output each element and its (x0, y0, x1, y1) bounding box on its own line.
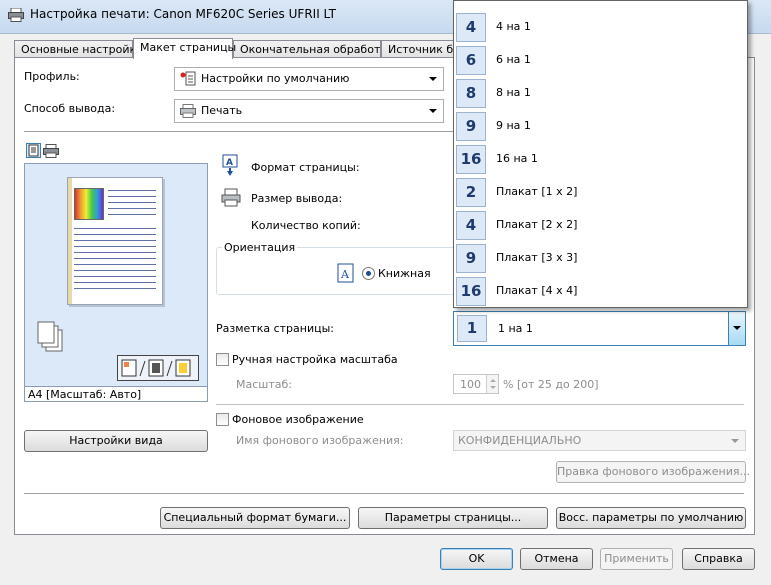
scale-spinner[interactable]: 100 (453, 374, 499, 394)
output-size-label: Размер вывода: (251, 192, 343, 205)
output-method-select[interactable]: Печать (174, 99, 444, 123)
watermark-name-label: Имя фонового изображения: (236, 434, 404, 447)
layout-label: Разметка страницы: (216, 322, 334, 335)
layout-6-icon: 6 (456, 46, 486, 75)
poster-1x2-icon: 2 (456, 178, 486, 207)
layout-select[interactable]: 1 1 на 1 (453, 311, 746, 346)
page-preview (67, 177, 163, 305)
watermark-label: Фоновое изображение (232, 413, 364, 426)
list-item-label: 16 на 1 (496, 152, 538, 165)
tab-basic-settings[interactable]: Основные настройки (14, 40, 143, 58)
profile-value: Настройки по умолчанию (201, 72, 350, 85)
ok-button[interactable]: OK (440, 548, 513, 570)
list-item[interactable]: 16 16 на 1 (454, 143, 747, 176)
tab-paper-source[interactable]: Источник бум (381, 40, 468, 58)
output-size-icon (221, 188, 241, 211)
list-item[interactable]: 8 8 на 1 (454, 77, 747, 110)
portrait-icon: A (337, 263, 355, 286)
help-button[interactable]: Справка (682, 548, 755, 570)
copies-label: Количество копий: (251, 219, 361, 232)
chevron-down-icon (429, 77, 437, 81)
watermark-select[interactable]: КОНФИДЕНЦИАЛЬНО (453, 430, 746, 451)
layout-dropdown-list: 4 4 на 1 6 6 на 1 8 8 на 1 9 9 на 1 16 1… (453, 0, 748, 308)
page-format-label: Формат страницы: (251, 161, 360, 174)
list-item[interactable]: 16 Плакат [4 x 4] (454, 275, 747, 307)
poster-3x3-icon: 9 (456, 244, 486, 273)
layout-16-icon: 16 (456, 145, 486, 174)
list-item-label: 8 на 1 (496, 86, 531, 99)
chevron-down-icon (731, 439, 739, 443)
layout-4-icon: 4 (456, 13, 486, 42)
manual-scale-label: Ручная настройка масштаба (232, 353, 398, 366)
scale-value: 100 (460, 378, 481, 391)
profile-label: Профиль: (24, 70, 80, 83)
layout-9-icon: 9 (456, 112, 486, 141)
svg-text:A: A (340, 268, 350, 281)
printer-view-icon[interactable] (43, 144, 59, 161)
tab-finishing[interactable]: Окончательная обработка (233, 40, 394, 58)
image-thumbnail (74, 188, 104, 220)
list-item[interactable]: 2 Плакат [1 x 2] (454, 176, 747, 209)
list-item[interactable]: 6 6 на 1 (454, 44, 747, 77)
list-item-label: 9 на 1 (496, 119, 531, 132)
preview-caption: A4 [Масштаб: Авто] (24, 386, 208, 402)
poster-4x4-icon: 16 (456, 277, 486, 306)
scale-range: % [от 25 до 200] (503, 378, 599, 391)
layout-select-value: 1 на 1 (498, 322, 533, 335)
page-options-button[interactable]: Параметры страницы... (358, 507, 548, 529)
orientation-group-label: Ориентация (222, 241, 298, 254)
layout-1-icon: 1 (457, 315, 487, 342)
custom-paper-size-button[interactable]: Специальный формат бумаги... (160, 507, 350, 529)
portrait-radio[interactable] (362, 267, 375, 280)
page-format-icon: A (221, 154, 239, 185)
list-item-label: Плакат [3 x 3] (496, 251, 578, 264)
scale-label: Масштаб: (236, 378, 292, 391)
watermark-value: КОНФИДЕНЦИАЛЬНО (458, 434, 582, 447)
svg-text:A: A (226, 158, 233, 168)
watermark-checkbox[interactable] (216, 413, 229, 426)
list-item-label: Плакат [1 x 2] (496, 185, 578, 198)
printer-icon (8, 7, 24, 22)
chevron-down-icon[interactable] (728, 312, 745, 345)
output-method-label: Способ вывода: (24, 102, 116, 115)
list-item-label: Плакат [4 x 4] (496, 284, 578, 297)
poster-2x2-icon: 4 (456, 211, 486, 240)
tab-page-setup[interactable]: Макет страницы (133, 38, 236, 59)
window-title: Настройка печати: Canon MF620C Series UF… (30, 7, 336, 21)
preview-pane (24, 163, 208, 387)
profile-select[interactable]: Настройки по умолчанию (174, 67, 444, 91)
restore-defaults-button[interactable]: Восс. параметры по умолчанию (556, 507, 746, 529)
layout-mode-icons[interactable] (117, 355, 199, 381)
list-item[interactable]: 9 9 на 1 (454, 110, 747, 143)
list-item-partial[interactable] (454, 1, 747, 3)
manual-scale-checkbox[interactable] (216, 353, 229, 366)
list-item-label: 6 на 1 (496, 53, 531, 66)
layout-8-icon: 8 (456, 79, 486, 108)
portrait-label: Книжная (378, 267, 431, 280)
chevron-down-icon (429, 109, 437, 113)
edit-watermark-button[interactable]: Правка фонового изображения... (556, 461, 750, 483)
divider (216, 404, 744, 405)
list-item[interactable]: 9 Плакат [3 x 3] (454, 242, 747, 275)
page-view-icon[interactable] (26, 143, 41, 158)
output-method-value: Печать (201, 104, 243, 117)
apply-button[interactable]: Применить (600, 548, 673, 570)
list-item-label: Плакат [2 x 2] (496, 218, 578, 231)
list-item[interactable]: 4 Плакат [2 x 2] (454, 209, 747, 242)
divider (24, 493, 744, 494)
view-settings-button[interactable]: Настройки вида (24, 430, 208, 452)
copies-stack-icon (37, 321, 65, 356)
printer-icon (180, 104, 196, 121)
profile-icon (179, 71, 197, 90)
list-item[interactable]: 4 4 на 1 (454, 11, 747, 44)
list-item-label: 4 на 1 (496, 20, 531, 33)
spinner-arrows-icon[interactable] (486, 375, 498, 393)
cancel-button[interactable]: Отмена (520, 548, 593, 570)
